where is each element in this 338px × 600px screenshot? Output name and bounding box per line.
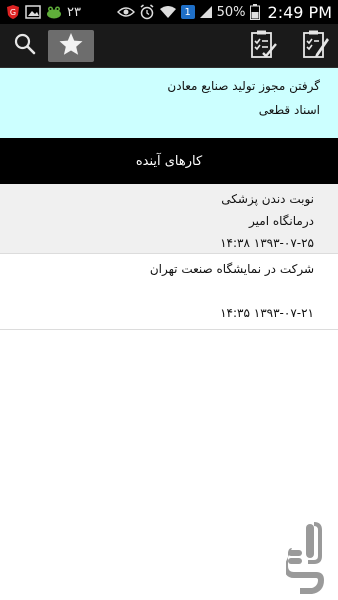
alarm-icon [139,4,155,20]
clock: 2:49 PM [267,2,332,22]
status-bar: G ۲۳ 1 50% 2:49 PM [0,0,338,24]
sim-badge: 1 [180,5,195,19]
task-title: نوبت دندن پزشکی [221,192,314,206]
notification-count: ۲۳ [67,4,81,20]
checklist-icon [249,29,277,63]
task-location: درمانگاه امیر [249,214,314,228]
svg-text:G: G [10,8,16,17]
search-icon [13,32,37,60]
battery-percent: 50% [216,4,246,20]
new-task-button[interactable] [298,30,332,62]
signal-icon [199,5,213,19]
section-header: کارهای آینده [0,138,338,184]
eye-icon [116,6,135,18]
list-item[interactable]: شرکت در نمایشگاه صنعت تهران ۱۳۹۳-۰۷-۲۱ ۱… [0,254,338,330]
favorites-button[interactable] [48,30,94,62]
search-button[interactable] [10,30,40,62]
tasks-button[interactable] [246,30,280,62]
highlighted-task[interactable]: گرفتن مجوز تولید صنایع معادن اسناد قطعی [0,68,338,138]
task-datetime: ۱۳۹۳-۰۷-۲۱ ۱۴:۳۵ [220,306,314,320]
task-subtitle: اسناد قطعی [258,103,320,117]
task-title: گرفتن مجوز تولید صنایع معادن [167,79,320,93]
battery-icon [249,4,260,20]
shield-icon: G [6,4,20,20]
task-datetime: ۱۳۹۳-۰۷-۲۵ ۱۴:۳۸ [220,236,314,250]
edit-checklist-icon [301,29,329,63]
task-title: شرکت در نمایشگاه صنعت تهران [149,262,314,276]
gallery-icon [25,5,41,19]
list-item[interactable]: نوبت دندن پزشکی درمانگاه امیر ۱۳۹۳-۰۷-۲۵… [0,184,338,254]
app-logo-icon [284,520,332,596]
task-list: نوبت دندن پزشکی درمانگاه امیر ۱۳۹۳-۰۷-۲۵… [0,184,338,330]
wifi-icon [159,5,177,19]
action-bar [0,24,338,68]
section-title: کارهای آینده [135,153,203,169]
frog-app-icon [46,5,62,19]
star-icon [58,32,84,60]
